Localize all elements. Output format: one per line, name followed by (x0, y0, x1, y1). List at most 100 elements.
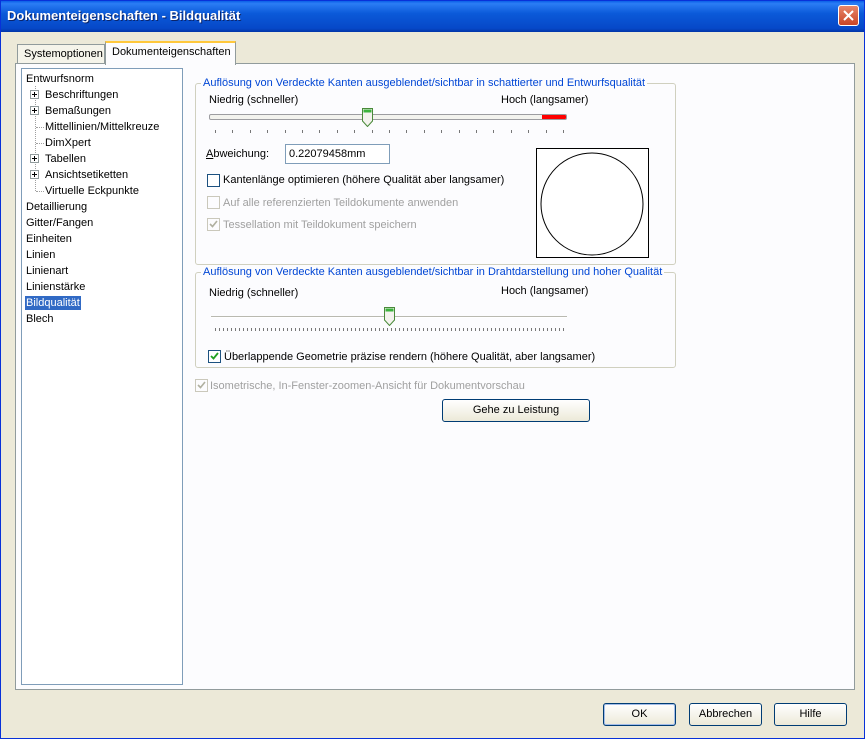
slider-tick (375, 328, 376, 331)
tree-item-beschriftungen[interactable]: Beschriftungen (45, 88, 118, 102)
precise-render-checkbox[interactable] (208, 350, 221, 363)
slider-tick (371, 328, 372, 331)
quality-slider-thumb[interactable] (384, 307, 395, 327)
slider-tick (431, 328, 432, 331)
slider-tick (275, 328, 276, 331)
apply-all-checkbox[interactable] (207, 196, 220, 209)
title-bar[interactable]: Dokumenteigenschaften - Bildqualität (1, 1, 864, 32)
slider-tick (355, 328, 356, 331)
close-icon[interactable] (838, 5, 859, 26)
tree-item-gitter-fangen[interactable]: Gitter/Fangen (26, 216, 93, 230)
slider-tick (302, 130, 303, 133)
ok-button[interactable]: OK (603, 703, 676, 726)
tree-item-label: Virtuelle Eckpunkte (45, 185, 139, 197)
slider-tick (243, 328, 244, 331)
tree-item-bemassungen[interactable]: Bemaßungen (45, 104, 111, 118)
slider-tick (263, 328, 264, 331)
tree-item-mittellinien[interactable]: Mittellinien/Mittelkreuze (45, 120, 159, 134)
tab-label: Systemoptionen (24, 48, 103, 60)
isometric-checkbox[interactable] (195, 379, 208, 392)
slider-tick (279, 328, 280, 331)
slider-tick (471, 328, 472, 331)
tree-item-virtuelle-eckpunkte[interactable]: Virtuelle Eckpunkte (45, 184, 139, 198)
tree-item-label: Blech (26, 313, 54, 325)
slider-tick (487, 328, 488, 331)
slider-tick (559, 328, 560, 331)
expand-icon[interactable] (30, 154, 39, 163)
tree-item-linien[interactable]: Linien (26, 248, 55, 262)
slider-tick (527, 328, 528, 331)
tree-item-label: Linien (26, 249, 56, 261)
slider-tick (531, 328, 532, 331)
options-tree[interactable]: Entwurfsnorm Beschriftungen Bemaßungen M… (21, 68, 183, 685)
tree-item-linienart[interactable]: Linienart (26, 264, 68, 278)
tree-line (36, 191, 44, 192)
slider-tick (495, 328, 496, 331)
slider-tick (219, 328, 220, 331)
slider-tick (539, 328, 540, 331)
expand-icon[interactable] (30, 170, 39, 179)
slider-tick (483, 328, 484, 331)
expand-icon[interactable] (30, 106, 39, 115)
slider-tick (303, 328, 304, 331)
slider-tick (336, 130, 338, 133)
deviation-field[interactable]: 0.22079458mm (285, 144, 390, 164)
slider-tick (371, 130, 373, 133)
help-button[interactable]: Hilfe (774, 703, 847, 726)
cancel-button[interactable]: Abbrechen (689, 703, 762, 726)
tree-item-blech[interactable]: Blech (26, 312, 54, 326)
slider-tick (439, 328, 440, 331)
tree-item-bildqualitaet[interactable]: Bildqualität (25, 296, 81, 310)
slider-tick (441, 130, 443, 133)
slider-tick (235, 328, 236, 331)
tree-item-dimxpert[interactable]: DimXpert (45, 136, 91, 150)
edge-length-checkbox[interactable] (207, 174, 220, 187)
slider-tick (507, 328, 508, 331)
go-to-performance-button[interactable]: Gehe zu Leistung (442, 399, 590, 422)
slider-tick (291, 328, 292, 331)
slider-tick (407, 328, 408, 331)
slider-tick (499, 328, 500, 331)
slider-tick (519, 328, 520, 331)
slider-tick (427, 328, 428, 331)
save-tessellation-checkbox[interactable] (207, 218, 220, 231)
slider-tick (323, 328, 324, 331)
low-label: Niedrig (schneller) (209, 287, 299, 299)
slider-tick (451, 328, 452, 331)
slider-tick (327, 328, 328, 331)
tree-item-label: Tabellen (45, 153, 86, 165)
slider-tick (443, 328, 444, 331)
slider-tick (271, 328, 272, 331)
quality-slider-thumb[interactable] (361, 108, 373, 128)
slider-tick (395, 328, 396, 331)
expand-icon[interactable] (30, 90, 39, 99)
precise-render-label: Überlappende Geometrie präzise rendern (… (224, 351, 596, 363)
slider-tick (467, 328, 468, 331)
slider-tick (239, 328, 240, 331)
slider-track[interactable] (209, 114, 567, 120)
slider-tick (555, 328, 556, 331)
tree-item-tabellen[interactable]: Tabellen (45, 152, 86, 166)
slider-tick (259, 328, 260, 331)
slider-tick (311, 328, 312, 331)
group-title: Auflösung von Verdeckte Kanten ausgeblen… (201, 77, 648, 89)
slider-tick (363, 328, 364, 331)
slider-tick (399, 328, 400, 331)
tab-systemoptionen[interactable]: Systemoptionen (17, 44, 105, 65)
slider-tick (403, 328, 404, 331)
slider-tick (383, 328, 384, 331)
tree-item-entwurfsnorm[interactable]: Entwurfsnorm (26, 72, 94, 86)
slider-tick (284, 130, 286, 133)
tree-line (36, 127, 44, 128)
slider-high-zone (542, 115, 566, 119)
slider-tick (215, 130, 216, 133)
tab-dokumenteigenschaften[interactable]: Dokumenteigenschaften (105, 41, 236, 65)
tree-item-detaillierung[interactable]: Detaillierung (26, 200, 87, 214)
slider-tick (267, 328, 268, 331)
slider-tick (459, 328, 460, 331)
slider-tick (307, 328, 308, 331)
tree-item-ansichtsetiketten[interactable]: Ansichtsetiketten (45, 168, 128, 182)
slider-tick (458, 130, 460, 133)
tree-item-einheiten[interactable]: Einheiten (26, 232, 72, 246)
tree-item-linienstaerke[interactable]: Linienstärke (26, 280, 85, 294)
